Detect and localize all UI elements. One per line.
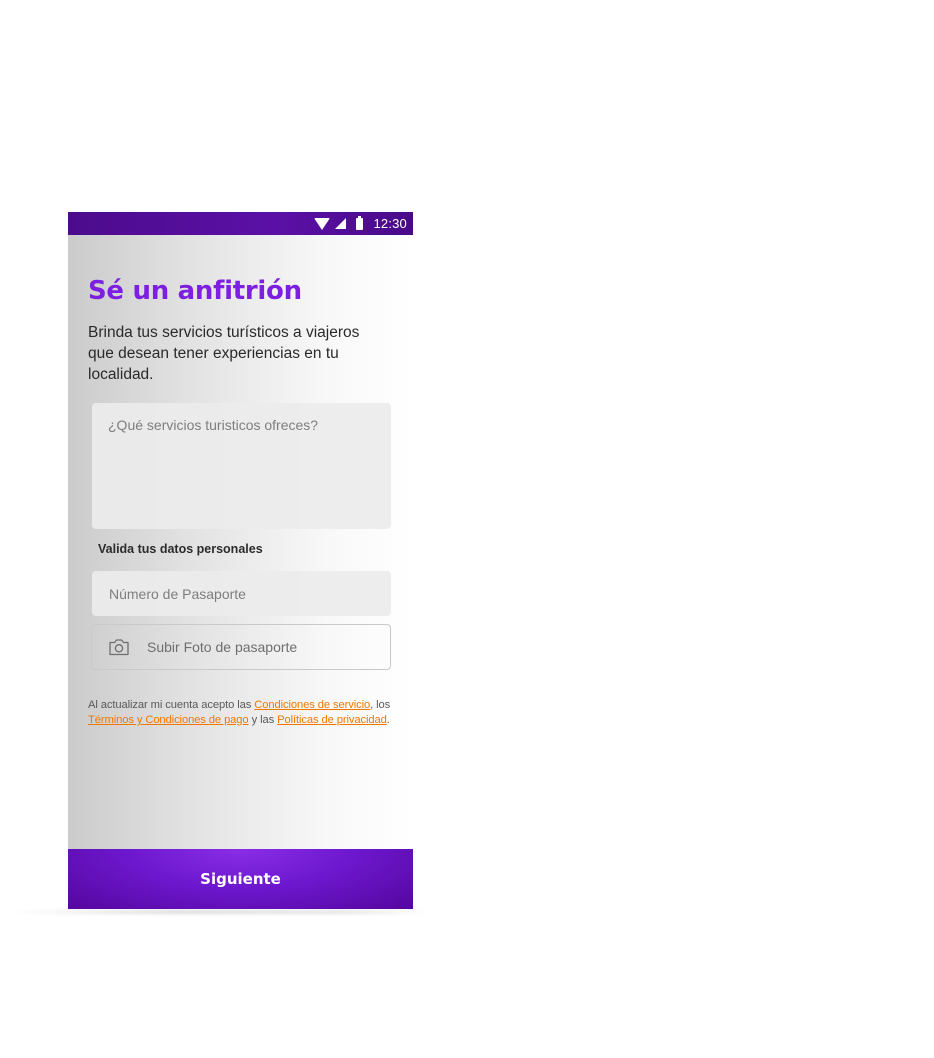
status-icons: 12:30 — [314, 212, 407, 235]
signal-icon — [335, 218, 347, 229]
page-description: Brinda tus servicios turísticos a viajer… — [88, 324, 360, 383]
status-bar: 12:30 — [68, 212, 413, 235]
terms-prefix: Al actualizar mi cuenta acepto las — [88, 699, 255, 711]
passport-placeholder: Número de Pasaporte — [109, 585, 246, 602]
page-title: Sé un anfitrión — [88, 276, 302, 306]
services-placeholder: ¿Qué servicios turisticos ofreces? — [108, 417, 319, 433]
wifi-icon — [314, 217, 331, 230]
upload-passport-label: Subir Foto de pasaporte — [147, 639, 298, 655]
passport-number-input[interactable]: Número de Pasaporte — [92, 571, 391, 616]
terms-separator-2: y las — [248, 714, 278, 726]
battery-icon — [356, 215, 364, 230]
payment-terms-link[interactable]: Términos y Condiciones de pago — [88, 714, 249, 726]
terms-separator-1: , los — [370, 699, 391, 711]
status-time: 12:30 — [373, 216, 407, 231]
service-conditions-link[interactable]: Condiciones de servicio — [254, 699, 370, 711]
personal-data-label: Valida tus datos personales — [98, 542, 263, 556]
next-button-label: Siguiente — [200, 870, 281, 888]
services-textarea[interactable]: ¿Qué servicios turisticos ofreces? — [92, 403, 391, 529]
next-button[interactable]: Siguiente — [68, 849, 413, 909]
camera-icon — [109, 639, 129, 656]
phone-shadow — [10, 910, 430, 914]
privacy-policy-link[interactable]: Políticas de privacidad — [277, 714, 387, 726]
upload-passport-photo-button[interactable]: Subir Foto de pasaporte — [91, 624, 391, 670]
phone-screen: 12:30 Sé un anfitrión Brinda tus servici… — [68, 212, 413, 909]
terms-suffix: . — [386, 714, 390, 726]
terms-text: Al actualizar mi cuenta acepto las Condi… — [88, 698, 398, 728]
